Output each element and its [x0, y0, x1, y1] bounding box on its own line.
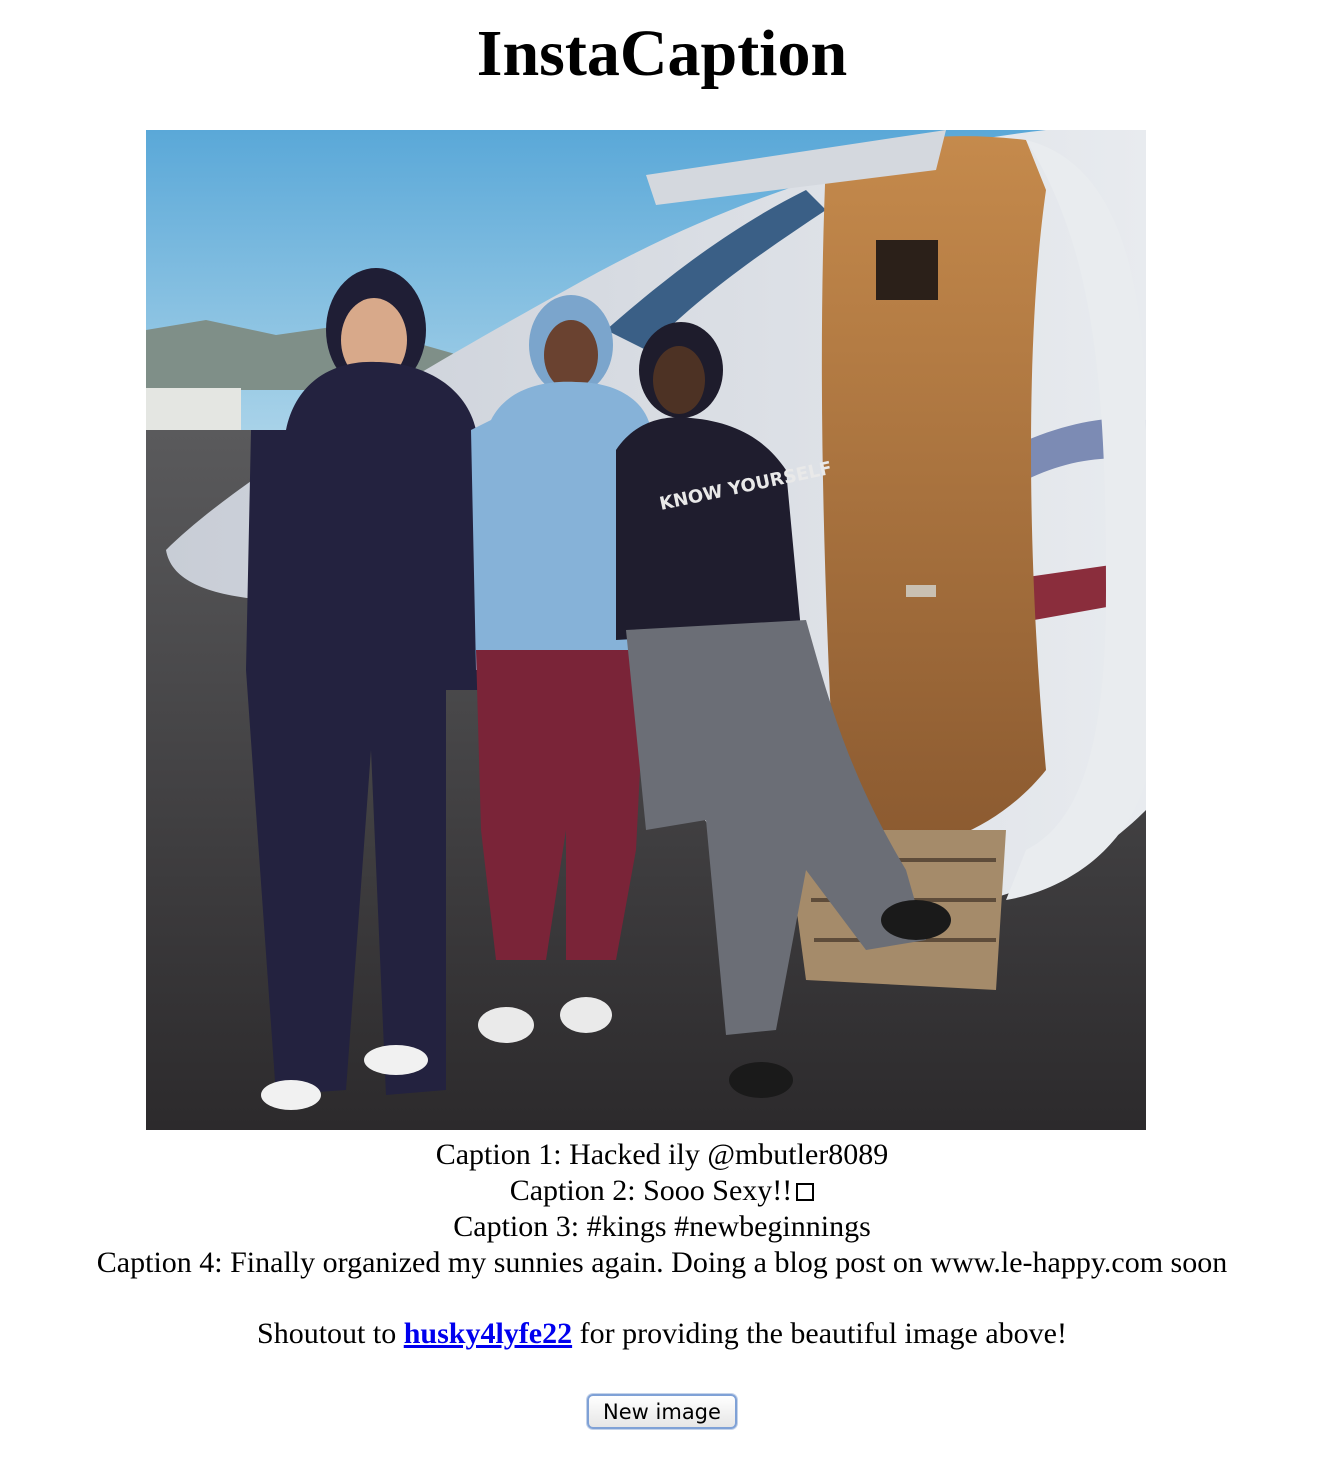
page-title: InstaCaption — [476, 17, 848, 90]
caption-1: Caption 1: Hacked ily @mbutler8089 — [435, 1138, 889, 1171]
caption-3: Caption 3: #kings #newbeginnings — [453, 1210, 871, 1243]
photographer-link[interactable]: husky4lyfe22 — [404, 1317, 572, 1350]
shoutout-text: Shoutout to husky4lyfe22 for providing t… — [257, 1317, 1067, 1350]
caption-2: Caption 2: Sooo Sexy!! — [0, 1173, 1324, 1209]
new-image-button[interactable]: New image — [587, 1394, 737, 1429]
missing-glyph-icon — [796, 1183, 815, 1201]
caption-4: Caption 4: Finally organized my sunnies … — [96, 1246, 1228, 1279]
caption-list: Caption 1: Hacked ily @mbutler8089 Capti… — [0, 1137, 1324, 1281]
post-photo: KNOW YOURSELF — [146, 130, 1146, 1130]
